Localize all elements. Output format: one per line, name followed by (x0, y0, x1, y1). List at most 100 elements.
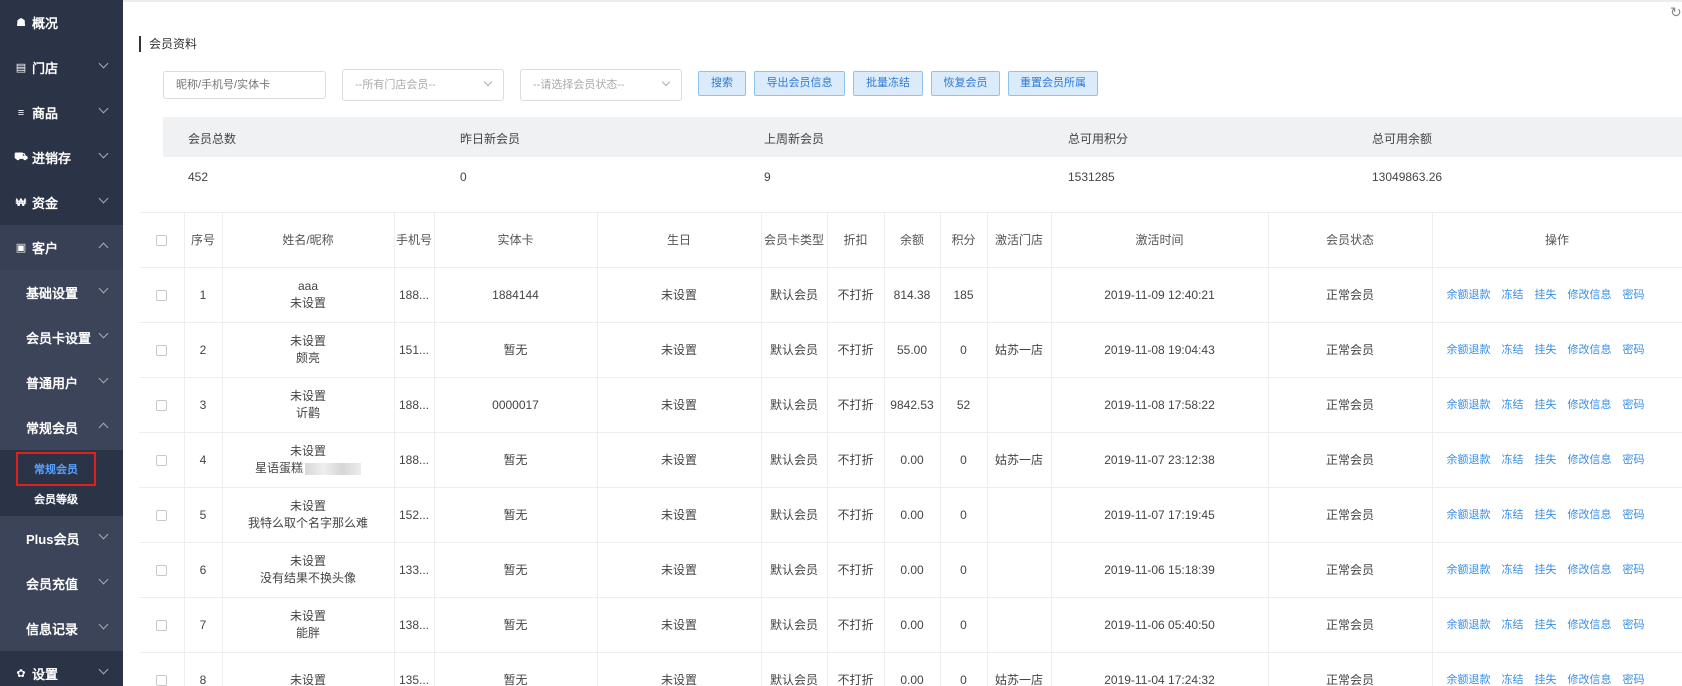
row-select-cell[interactable] (139, 487, 185, 543)
row-checkbox[interactable] (155, 564, 167, 576)
status-select[interactable]: --请选择会员状态-- (520, 69, 682, 101)
report-loss-link[interactable]: 挂失 (1535, 674, 1557, 686)
password-link[interactable]: 密码 (1623, 674, 1645, 686)
row-select-cell[interactable] (139, 432, 185, 488)
edit-info-link[interactable]: 修改信息 (1568, 674, 1612, 686)
sidebar-leaf-member-levels[interactable]: 会员等级 (0, 484, 123, 514)
edit-info-link[interactable]: 修改信息 (1568, 289, 1612, 301)
row-checkbox[interactable] (155, 619, 167, 631)
store-select[interactable]: --所有门店会员-- (342, 69, 504, 101)
edit-info-link[interactable]: 修改信息 (1568, 399, 1612, 411)
sidebar-leaf-regular-members[interactable]: 常规会员 (0, 452, 123, 486)
password-link[interactable]: 密码 (1623, 509, 1645, 521)
cell-name: 未设置 䜣鹳 (221, 377, 395, 433)
report-loss-link[interactable]: 挂失 (1535, 289, 1557, 301)
cell-phone: 135... (393, 652, 435, 686)
row-select-cell[interactable] (139, 597, 185, 653)
row-select-cell[interactable] (139, 652, 185, 686)
report-loss-link[interactable]: 挂失 (1535, 344, 1557, 356)
batch-freeze-button[interactable]: 批量冻结 (853, 71, 923, 96)
restore-member-button[interactable]: 恢复会员 (931, 71, 1000, 96)
cell-name-line2: 星语蛋糕 (223, 460, 393, 477)
refund-balance-link[interactable]: 余额退款 (1447, 564, 1491, 576)
refund-balance-link[interactable]: 余额退款 (1447, 454, 1491, 466)
cell-phone: 138... (393, 597, 435, 653)
row-select-cell[interactable] (139, 377, 185, 433)
cell-discount: 不打折 (826, 487, 885, 543)
sidebar-item-info-records[interactable]: 信息记录 (0, 606, 123, 651)
freeze-link[interactable]: 冻结 (1502, 289, 1524, 301)
password-link[interactable]: 密码 (1623, 454, 1645, 466)
freeze-link[interactable]: 冻结 (1502, 619, 1524, 631)
freeze-link[interactable]: 冻结 (1502, 454, 1524, 466)
search-input[interactable] (163, 71, 326, 99)
row-checkbox[interactable] (155, 674, 167, 686)
password-link[interactable]: 密码 (1623, 564, 1645, 576)
password-link[interactable]: 密码 (1623, 399, 1645, 411)
sidebar-item-customer[interactable]: ▣ 客户 (0, 225, 123, 270)
password-link[interactable]: 密码 (1623, 619, 1645, 631)
sidebar-item-settings[interactable]: ✿ 设置 (0, 651, 123, 686)
freeze-link[interactable]: 冻结 (1502, 674, 1524, 686)
sidebar-item-overview[interactable]: ☗ 概况 (0, 0, 123, 45)
refund-balance-link[interactable]: 余额退款 (1447, 399, 1491, 411)
search-button[interactable]: 搜索 (698, 71, 746, 96)
password-link[interactable]: 密码 (1623, 289, 1645, 301)
sidebar-item-funds[interactable]: ₩ 资金 (0, 180, 123, 225)
refund-balance-link[interactable]: 余额退款 (1447, 289, 1491, 301)
row-checkbox[interactable] (155, 454, 167, 466)
chevron-down-icon (98, 58, 109, 69)
sidebar-item-regular-members[interactable]: 常规会员 (0, 405, 123, 450)
sidebar-item-card-settings[interactable]: 会员卡设置 (0, 315, 123, 360)
sidebar-item-plus-members[interactable]: Plus会员 (0, 516, 123, 561)
sidebar-item-store[interactable]: ▤ 门店 (0, 45, 123, 90)
export-members-button[interactable]: 导出会员信息 (754, 71, 845, 96)
refund-balance-link[interactable]: 余额退款 (1447, 344, 1491, 356)
freeze-link[interactable]: 冻结 (1502, 509, 1524, 521)
sidebar-item-basic-settings[interactable]: 基础设置 (0, 270, 123, 315)
cell-name: 未设置 能胖 (221, 597, 395, 653)
cell-time: 2019-11-07 23:12:38 (1050, 432, 1269, 488)
cell-birthday: 未设置 (596, 597, 762, 653)
sidebar-item-member-recharge[interactable]: 会员充值 (0, 561, 123, 606)
refresh-icon[interactable]: ↻ (1670, 4, 1682, 21)
reset-member-owner-button[interactable]: 重置会员所属 (1008, 71, 1098, 96)
report-loss-link[interactable]: 挂失 (1535, 454, 1557, 466)
sidebar-item-inventory[interactable]: ⛟ 进销存 (0, 135, 123, 180)
table-row: 8 未设置 135... 暂无 未设置 默认会员 不打折 0.00 0 姑苏一店… (139, 652, 1682, 686)
sidebar-item-goods[interactable]: ≡ 商品 (0, 90, 123, 135)
cell-points: 52 (939, 377, 988, 433)
refund-balance-link[interactable]: 余额退款 (1447, 619, 1491, 631)
freeze-link[interactable]: 冻结 (1502, 564, 1524, 576)
freeze-link[interactable]: 冻结 (1502, 399, 1524, 411)
row-checkbox[interactable] (155, 289, 167, 301)
password-link[interactable]: 密码 (1623, 344, 1645, 356)
row-select-cell[interactable] (139, 322, 185, 378)
report-loss-link[interactable]: 挂失 (1535, 509, 1557, 521)
edit-info-link[interactable]: 修改信息 (1568, 619, 1612, 631)
col-header-card-type: 会员卡类型 (760, 212, 828, 268)
sidebar-item-normal-users[interactable]: 普通用户 (0, 360, 123, 405)
select-all-checkbox[interactable] (155, 235, 167, 247)
report-loss-link[interactable]: 挂失 (1535, 619, 1557, 631)
refund-balance-link[interactable]: 余额退款 (1447, 674, 1491, 686)
edit-info-link[interactable]: 修改信息 (1568, 564, 1612, 576)
sidebar-regular-members-submenu: 常规会员 会员等级 (0, 450, 123, 516)
edit-info-link[interactable]: 修改信息 (1568, 344, 1612, 356)
report-loss-link[interactable]: 挂失 (1535, 399, 1557, 411)
table-row: 6 未设置 没有结果不换头像 133... 暂无 未设置 默认会员 不打折 0.0… (139, 542, 1682, 598)
row-checkbox[interactable] (155, 399, 167, 411)
row-select-cell[interactable] (139, 267, 185, 323)
table-body: 1 aaa 未设置 188... 1884144 未设置 默认会员 不打折 814… (139, 267, 1682, 686)
freeze-link[interactable]: 冻结 (1502, 344, 1524, 356)
edit-info-link[interactable]: 修改信息 (1568, 454, 1612, 466)
row-checkbox[interactable] (155, 509, 167, 521)
report-loss-link[interactable]: 挂失 (1535, 564, 1557, 576)
refund-balance-link[interactable]: 余额退款 (1447, 509, 1491, 521)
select-all-cell[interactable] (139, 212, 185, 268)
cell-name-line2-text: 颇亮 (295, 351, 320, 365)
row-checkbox[interactable] (155, 344, 167, 356)
stat-value-balance: 13049863.26 (1372, 170, 1443, 184)
row-select-cell[interactable] (139, 542, 185, 598)
edit-info-link[interactable]: 修改信息 (1568, 509, 1612, 521)
